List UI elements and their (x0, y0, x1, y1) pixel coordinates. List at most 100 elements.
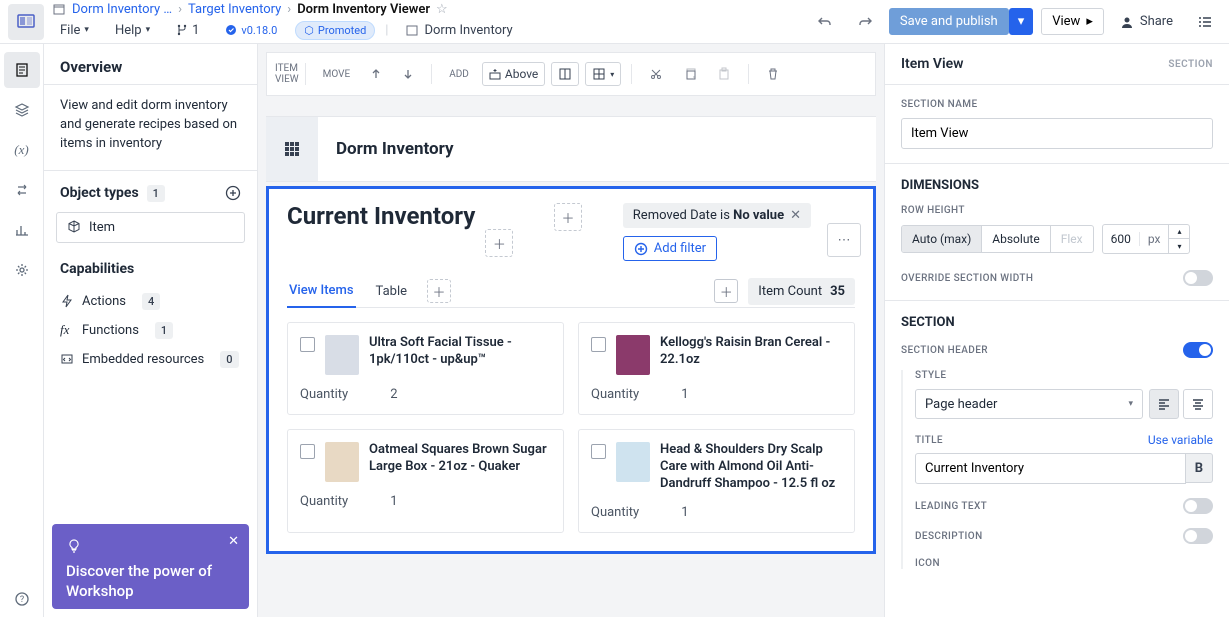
style-select[interactable]: Page header▾ (915, 389, 1143, 419)
doc-icon (14, 62, 30, 78)
rail-overview[interactable] (4, 52, 40, 88)
promo-close[interactable]: ✕ (228, 534, 239, 549)
item-name: Kellogg's Raisin Bran Cereal - 22.1oz (660, 335, 842, 369)
save-publish-button[interactable]: Save and publish (889, 8, 1009, 35)
add-filter-button[interactable]: Add filter (623, 236, 717, 261)
gear-icon (14, 262, 30, 278)
rail-io[interactable] (4, 172, 40, 208)
inventory-item[interactable]: Oatmeal Squares Brown Sugar Large Box - … (287, 429, 564, 533)
promoted-pill[interactable]: ⬡Promoted (295, 21, 375, 40)
row-height-input[interactable]: 600 px ▴▾ (1102, 224, 1191, 254)
rail-analytics[interactable] (4, 212, 40, 248)
chart-icon (14, 222, 30, 238)
crumb-app[interactable]: Dorm Inventory (398, 19, 520, 42)
section-name-label: SECTION NAME (901, 99, 1213, 110)
rail-settings[interactable] (4, 252, 40, 288)
item-checkbox[interactable] (300, 444, 315, 459)
add-row-icon (489, 68, 501, 80)
section-header-label: SECTION HEADER (901, 345, 988, 356)
add-column-button[interactable] (551, 62, 579, 86)
swap-icon (14, 182, 30, 198)
save-publish-dropdown[interactable]: ▾ (1009, 8, 1034, 35)
file-menu[interactable]: File ▾ (52, 19, 97, 42)
stepper-down[interactable]: ▾ (1169, 239, 1189, 253)
seg-absolute[interactable]: Absolute (982, 226, 1050, 252)
add-above-button[interactable]: Above (482, 62, 545, 86)
redo-button[interactable] (849, 10, 881, 34)
view-button[interactable]: View▸ (1041, 8, 1104, 35)
rail-layers[interactable] (4, 92, 40, 128)
add-object-type-button[interactable] (225, 185, 241, 201)
inventory-item[interactable]: Head & Shoulders Dry Scalp Care with Alm… (578, 429, 855, 533)
rail-variables[interactable]: (x) (4, 132, 40, 168)
filter-chip[interactable]: Removed Date is No value ✕ (623, 203, 811, 228)
add-right-button[interactable]: ＋ (714, 279, 738, 303)
section-name-input[interactable] (901, 118, 1213, 149)
cut-button[interactable] (642, 62, 670, 86)
move-down-button[interactable] (395, 63, 421, 85)
item-count: Item Count 35 (748, 278, 855, 305)
tab-table[interactable]: Table (374, 276, 409, 307)
tab-view-items[interactable]: View Items (287, 275, 356, 308)
help-menu[interactable]: Help ▾ (107, 19, 158, 42)
breadcrumb-root[interactable]: Dorm Inventory … (72, 2, 172, 17)
check-circle-icon (225, 24, 237, 36)
star-icon[interactable]: ☆ (436, 2, 448, 17)
inventory-item[interactable]: Kellogg's Raisin Bran Cereal - 22.1oz Qu… (578, 322, 855, 415)
title-input[interactable] (915, 453, 1186, 484)
paste-button[interactable] (710, 62, 738, 86)
copy-button[interactable] (676, 62, 704, 86)
widget-grip[interactable] (266, 117, 318, 181)
add-widget-button-1[interactable]: ＋ (485, 229, 513, 257)
widget-header-title: Dorm Inventory (336, 139, 860, 159)
item-checkbox[interactable] (591, 337, 606, 352)
toolbar-section-label: ITEM VIEW (275, 63, 306, 85)
item-checkbox[interactable] (591, 444, 606, 459)
seg-auto[interactable]: Auto (max) (902, 226, 982, 252)
sidebar-title: Overview (44, 44, 257, 85)
move-up-button[interactable] (363, 63, 389, 85)
menu-button[interactable] (1189, 10, 1221, 34)
add-grid-button[interactable]: ▾ (585, 62, 621, 86)
align-left-button[interactable] (1149, 389, 1179, 419)
bolt-icon (60, 294, 74, 308)
plus-circle-icon (225, 185, 241, 201)
object-type-item[interactable]: Item (56, 212, 245, 243)
description-toggle[interactable] (1183, 528, 1213, 544)
filter-chip-remove[interactable]: ✕ (790, 208, 801, 223)
capability-actions[interactable]: Actions 4 (56, 287, 245, 316)
icon-label: ICON (915, 558, 940, 569)
current-inventory-card[interactable]: ⋯ Current Inventory ＋ ＋ Removed Date is … (266, 186, 876, 554)
promo-card[interactable]: ✕ Discover the power of Workshop (52, 524, 249, 609)
override-width-toggle[interactable] (1183, 270, 1213, 286)
add-tab-button[interactable]: ＋ (427, 279, 451, 303)
bold-button[interactable]: B (1186, 453, 1213, 483)
share-button[interactable]: Share (1112, 10, 1181, 33)
capabilities-label: Capabilities (60, 261, 134, 277)
delete-button[interactable] (759, 62, 787, 86)
help-icon: ? (14, 591, 30, 607)
section-header-toggle[interactable] (1183, 342, 1213, 358)
capability-functions[interactable]: fx Functions 1 (56, 316, 245, 345)
row-height-label: ROW HEIGHT (901, 205, 1213, 216)
use-variable-link[interactable]: Use variable (1148, 433, 1213, 447)
inventory-item[interactable]: Ultra Soft Facial Tissue - 1pk/110ct - u… (287, 322, 564, 415)
grid-icon (592, 67, 606, 81)
capability-embedded[interactable]: Embedded resources 0 (56, 345, 245, 374)
add-widget-button-2[interactable]: ＋ (554, 203, 582, 231)
version-pill[interactable]: v0.18.0 (217, 22, 285, 39)
align-center-button[interactable] (1183, 389, 1213, 419)
rail-help[interactable]: ? (4, 581, 40, 617)
widget-header[interactable]: Dorm Inventory (266, 116, 876, 182)
undo-button[interactable] (809, 10, 841, 34)
breadcrumb-mid[interactable]: Target Inventory (188, 2, 281, 17)
item-checkbox[interactable] (300, 337, 315, 352)
row-height-segmented[interactable]: Auto (max) Absolute Flex (901, 225, 1094, 253)
leading-text-toggle[interactable] (1183, 498, 1213, 514)
branch-indicator[interactable]: 1 (168, 19, 207, 42)
layers-icon (14, 102, 30, 118)
stepper-up[interactable]: ▴ (1169, 225, 1189, 239)
card-menu-button[interactable]: ⋯ (827, 223, 861, 257)
app-icon[interactable] (8, 4, 44, 40)
package-icon (52, 2, 66, 16)
